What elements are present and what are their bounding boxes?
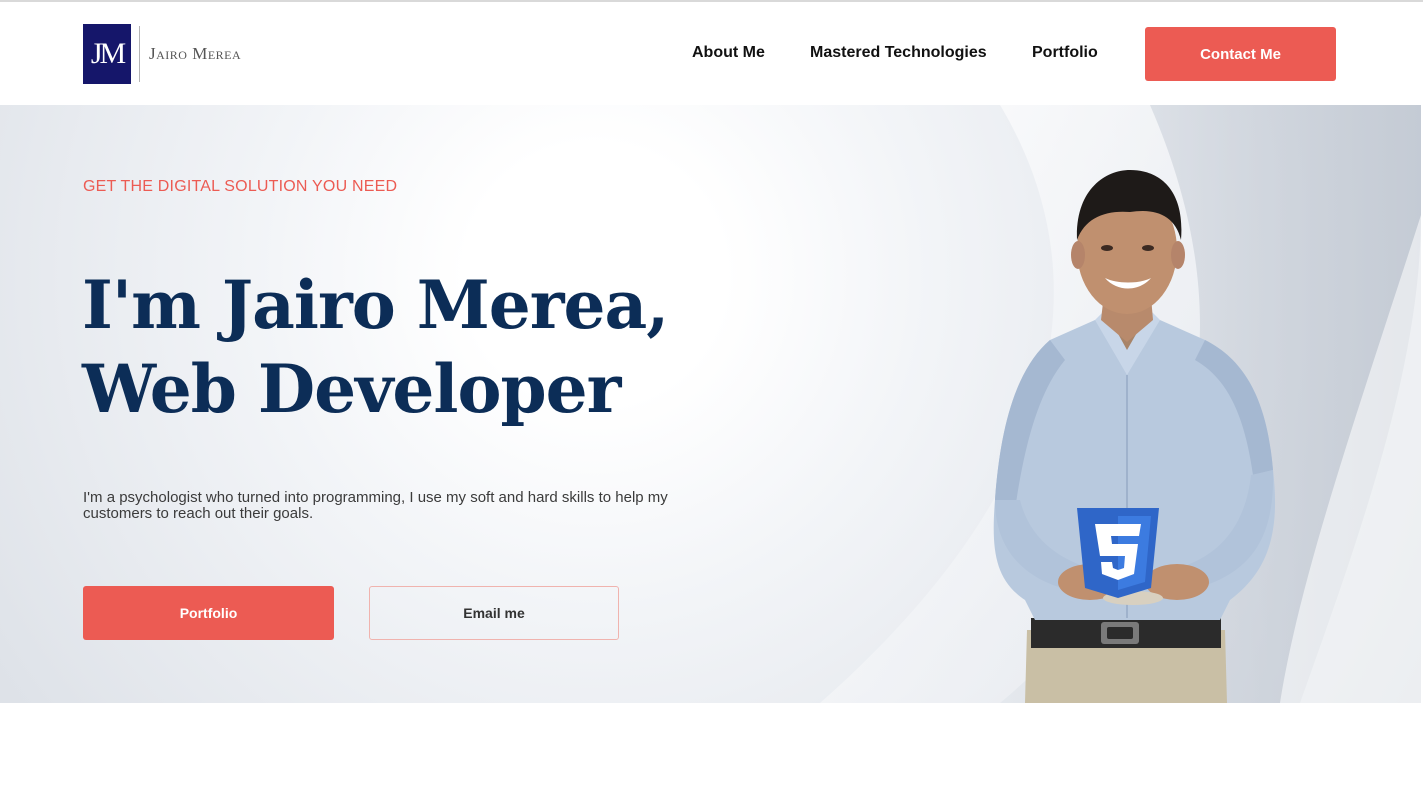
contact-me-button[interactable]: Contact Me [1145,27,1336,81]
logo-monogram: JM [83,24,131,84]
hero-title-line-1: I'm Jairo Merea, [82,266,669,344]
site-header: JM Jairo Merea About Me Mastered Technol… [0,2,1423,105]
hero-title-line-2: Web Developer [82,350,621,428]
portfolio-button[interactable]: Portfolio [83,586,334,640]
hero-title: I'm Jairo Merea, Web Developer [82,263,702,431]
developer-portrait-image [993,170,1276,703]
logo[interactable]: JM Jairo Merea [83,24,241,84]
css3-icon [1077,508,1159,598]
nav-about-me[interactable]: About Me [692,44,765,62]
nav-mastered-technologies[interactable]: Mastered Technologies [810,44,987,62]
nav-portfolio[interactable]: Portfolio [1032,44,1098,62]
logo-name: Jairo Merea [149,44,242,63]
logo-divider [139,26,140,82]
email-me-button[interactable]: Email me [369,586,619,640]
hero-eyebrow: GET THE DIGITAL SOLUTION YOU NEED [83,178,398,195]
hero-section: GET THE DIGITAL SOLUTION YOU NEED I'm Ja… [0,105,1421,703]
hero-description: I'm a psychologist who turned into progr… [83,489,668,522]
